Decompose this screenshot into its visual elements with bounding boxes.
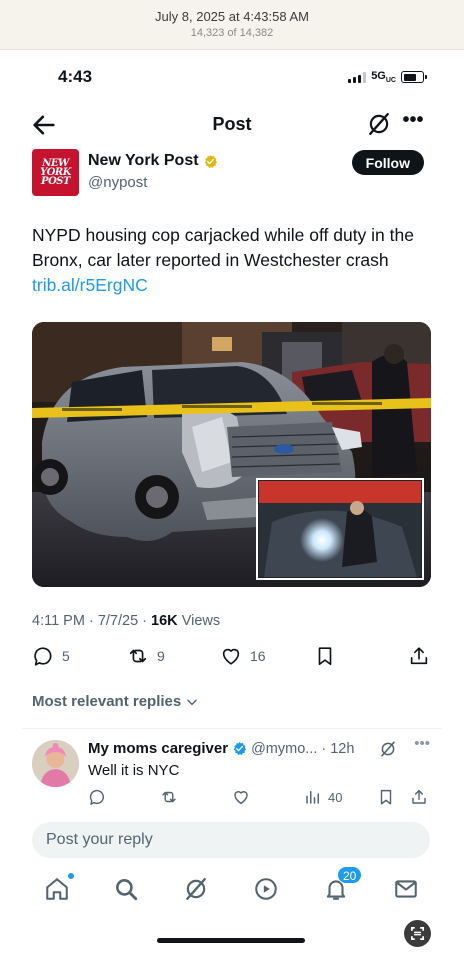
home-indicator[interactable] — [157, 938, 305, 943]
bookmark-icon — [318, 647, 332, 666]
blue-verified-badge-icon — [233, 741, 247, 755]
repost-icon — [162, 791, 176, 803]
battery-icon — [401, 71, 427, 84]
back-arrow-icon — [33, 115, 55, 135]
post-time: 4:11 PM — [32, 613, 85, 629]
views-label: Views — [181, 613, 221, 629]
top-nav: Post ••• — [0, 105, 464, 145]
crash-scene-photo — [32, 322, 431, 587]
chevron-down-icon — [187, 699, 198, 705]
status-bar: 4:43 5GUC — [0, 50, 464, 105]
reply-like-button[interactable] — [232, 788, 250, 806]
reply-icon — [34, 647, 52, 666]
analytics-icon — [306, 791, 319, 804]
tab-video[interactable] — [253, 876, 281, 904]
heart-icon — [234, 791, 248, 805]
divider — [22, 728, 442, 729]
reply-views-button[interactable]: 40 — [304, 788, 342, 806]
follow-button[interactable]: Follow — [351, 150, 424, 175]
more-options-button[interactable]: ••• — [400, 110, 426, 137]
reply-time: 12h — [330, 740, 355, 757]
tab-grok[interactable] — [183, 876, 211, 904]
photo-date: July 8, 2025 at 4:43:58 AM — [155, 9, 309, 24]
notification-badge: 20 — [337, 866, 363, 884]
post-body: NYPD housing cop carjacked while off dut… — [32, 223, 430, 298]
status-time: 4:43 — [58, 67, 93, 86]
grok-icon — [381, 741, 395, 757]
reply-icon — [89, 789, 104, 805]
reply-text: Well it is NYC — [88, 762, 180, 779]
reply-views-count: 40 — [328, 789, 343, 805]
share-button[interactable] — [408, 645, 430, 667]
post-image[interactable] — [32, 322, 431, 587]
nypost-logo-avatar[interactable]: NEW YORK POST — [32, 149, 79, 196]
like-button[interactable]: 16 — [220, 645, 266, 667]
reply-grok-button[interactable] — [379, 740, 397, 758]
post-date: 7/7/25 — [97, 613, 139, 629]
gold-verified-badge-icon — [204, 154, 217, 168]
logo-line: POST — [41, 176, 70, 187]
post-actions: 5 9 16 — [32, 645, 430, 671]
reply-avatar[interactable] — [32, 740, 79, 787]
tab-messages[interactable] — [393, 876, 421, 904]
author-name[interactable]: New York Post — [88, 152, 199, 170]
reply-author-handle[interactable]: @mymo... — [251, 741, 317, 757]
bookmark-icon — [380, 789, 392, 805]
reply-button[interactable]: 5 — [32, 645, 70, 667]
reply-compose-input[interactable] — [32, 822, 430, 858]
photo-viewer-header: July 8, 2025 at 4:43:58 AM 14,323 of 14,… — [0, 0, 464, 50]
separator-dot: · — [321, 740, 327, 757]
share-icon — [412, 789, 426, 804]
post-link[interactable]: trib.al/r5ErgNC — [32, 275, 148, 295]
grok-icon — [186, 878, 206, 900]
replies-sort-label: Most relevant replies — [32, 693, 182, 710]
like-count: 16 — [250, 648, 266, 664]
post-text: NYPD housing cop carjacked while off dut… — [32, 225, 414, 270]
home-unread-dot — [68, 873, 74, 879]
bookmark-button[interactable] — [314, 645, 336, 667]
reply-repost-button[interactable] — [160, 788, 178, 806]
author-name-row: New York Post — [88, 152, 218, 170]
play-circle-icon — [255, 878, 277, 900]
heart-icon — [222, 648, 240, 665]
live-text-button[interactable] — [404, 920, 431, 947]
replies-sort-dropdown[interactable]: Most relevant replies — [32, 693, 199, 710]
bottom-tab-bar: 20 — [0, 866, 464, 910]
repost-button[interactable]: 9 — [127, 645, 165, 667]
tab-home[interactable] — [44, 873, 74, 904]
reply-share-button[interactable] — [410, 788, 428, 806]
grok-icon — [369, 113, 389, 135]
photo-count: 14,323 of 14,382 — [190, 27, 274, 39]
avatar-image — [32, 740, 79, 787]
tab-notifications[interactable]: 20 — [323, 866, 363, 904]
phone-screen: 4:43 5GUC Post ••• NEW YORK POST New Yor… — [0, 50, 464, 953]
reply-bookmark-button[interactable] — [377, 788, 395, 806]
post-meta: 4:11 PM · 7/7/25 · 16K Views — [32, 613, 221, 629]
share-icon — [410, 647, 428, 665]
signal-icon — [348, 71, 367, 83]
repost-count: 9 — [157, 648, 165, 664]
network-type: 5GUC — [371, 70, 396, 85]
tab-search[interactable] — [113, 876, 141, 904]
back-button[interactable] — [30, 111, 58, 139]
status-indicators: 5GUC — [348, 70, 427, 85]
search-icon — [116, 879, 138, 901]
home-icon — [46, 878, 68, 900]
envelope-icon — [395, 880, 417, 898]
reply-actions: 40 — [88, 788, 430, 808]
repost-icon — [129, 649, 147, 663]
scan-text-icon — [410, 926, 425, 941]
reply-author-name[interactable]: My moms caregiver — [88, 740, 228, 757]
reply-reply-button[interactable] — [88, 788, 106, 806]
grok-button[interactable] — [366, 111, 392, 137]
author-row: NEW YORK POST New York Post @nypost Foll… — [32, 149, 424, 199]
views-count: 16K — [151, 613, 178, 629]
page-title: Post — [212, 114, 252, 134]
reply-more-button[interactable]: ••• — [414, 735, 430, 752]
author-handle[interactable]: @nypost — [88, 174, 147, 191]
reply-count: 5 — [62, 648, 70, 664]
